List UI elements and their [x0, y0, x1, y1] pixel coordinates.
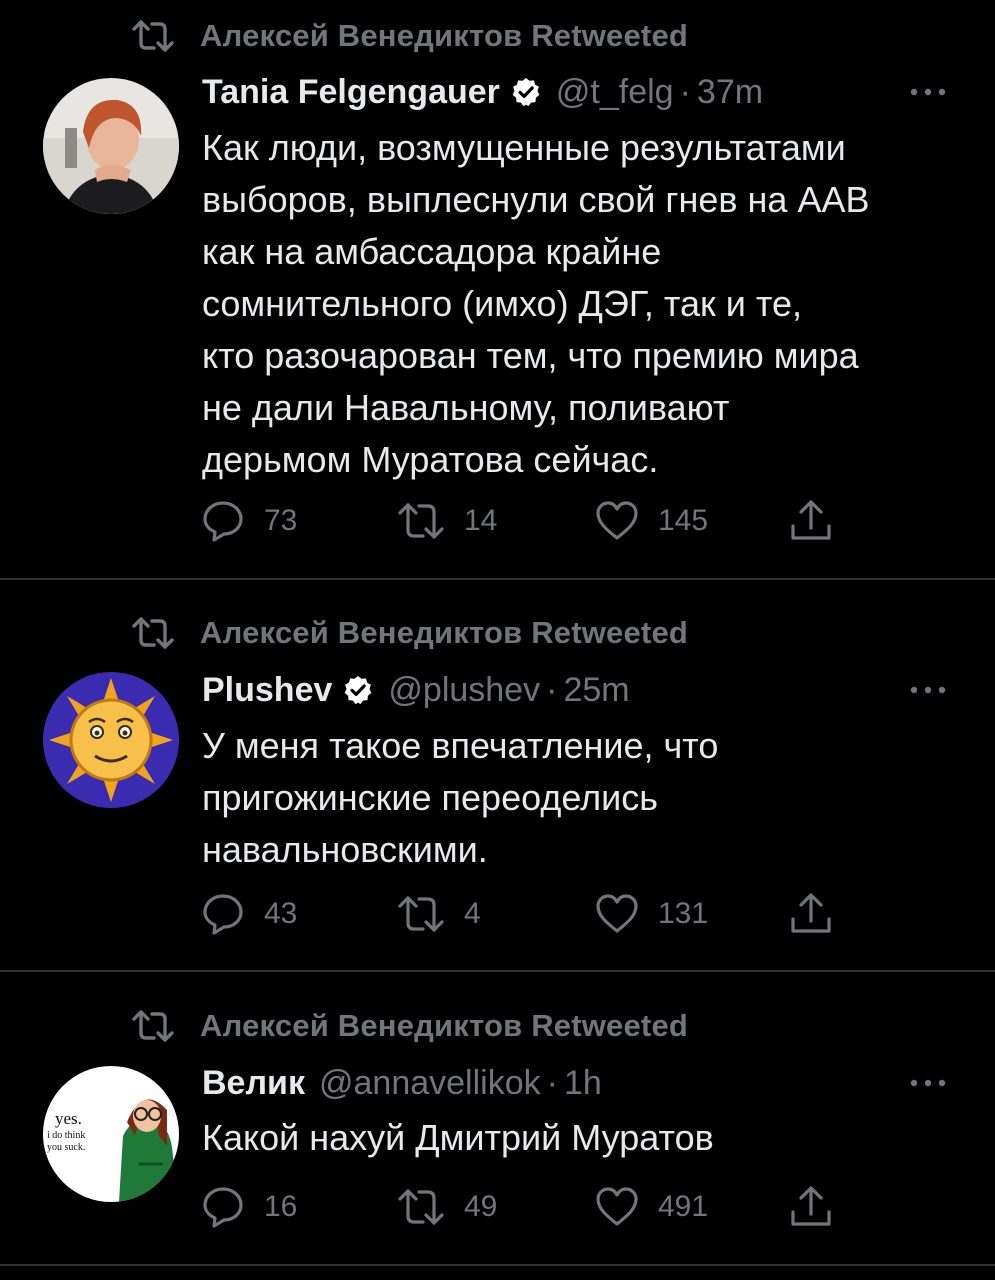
retweeted-by-label: Алексей Венедиктов Retweeted [200, 615, 689, 650]
more-icon[interactable] [903, 668, 953, 712]
like-button[interactable]: 131 [594, 891, 708, 937]
like-count: 145 [658, 504, 709, 537]
tweet-text: Как люди, возмущенные результатами выбор… [202, 122, 962, 486]
like-icon [596, 501, 638, 540]
reply-button[interactable]: 73 [200, 498, 297, 544]
timestamp[interactable]: 1h [564, 1064, 602, 1103]
reply-icon [203, 1187, 243, 1228]
separator-dot: · [546, 1063, 558, 1102]
tweet-actions: 16 49 491 [200, 1184, 860, 1230]
tweet-text-line: У меня такое впечатление, что [202, 725, 719, 766]
like-icon [596, 894, 638, 933]
author-handle[interactable]: @t_felg [556, 73, 674, 112]
tweet-text-line: навальновскими. [202, 829, 488, 870]
tweet-text: Какой нахуй Дмитрий Муратов [202, 1112, 962, 1164]
tweet-actions: 43 4 131 [200, 891, 860, 937]
reply-button[interactable]: 16 [200, 1184, 297, 1230]
divider [0, 1264, 995, 1266]
retweet-icon [130, 16, 178, 56]
tweet-text-line: дерьмом Муратова сейчас. [202, 439, 659, 480]
tweet[interactable]: Алексей Венедиктов Retweeted Plushev @pl… [0, 580, 995, 970]
tweet-header: Tania Felgengauer @t_felg · 37m [202, 70, 955, 114]
reply-count: 73 [264, 504, 298, 537]
share-button[interactable] [788, 1184, 834, 1230]
tweet-text-line: Как люди, возмущенные результатами [202, 127, 846, 168]
reply-count: 43 [264, 897, 298, 930]
avatar[interactable] [43, 78, 179, 214]
share-button[interactable] [788, 891, 834, 937]
avatar[interactable] [43, 672, 179, 808]
tweet[interactable]: Алексей Венедиктов Retweeted yes. i do t… [0, 972, 995, 1264]
retweet-count: 49 [464, 1190, 498, 1223]
tweet-text-line: пригожинские переоделись [202, 777, 659, 818]
tweet-text-line: кто разочарован тем, что премию мира [202, 335, 859, 376]
tweet-actions: 73 14 145 [200, 498, 860, 544]
retweet-icon [398, 896, 444, 932]
retweeted-by-label: Алексей Венедиктов Retweeted [200, 1008, 689, 1043]
like-button[interactable]: 491 [594, 1184, 708, 1230]
tweet-text-line: выборов, выплеснули свой гнев на ААВ [202, 179, 870, 220]
share-button[interactable] [788, 498, 834, 544]
share-icon [791, 500, 831, 540]
timeline: Алексей Венедиктов Retweeted Tania Felge… [0, 0, 995, 1280]
avatar-text: yes. [55, 1109, 82, 1128]
timestamp[interactable]: 37m [697, 73, 763, 112]
tweet-text-line: как на амбассадора крайне [202, 231, 662, 272]
author-name[interactable]: Plushev [202, 671, 332, 710]
more-icon[interactable] [903, 1061, 953, 1105]
tweet-text-line: сомнительного (имхо) ДЭГ, так и те, [202, 283, 802, 324]
tweet-text: У меня такое впечатление, что пригожинск… [202, 720, 962, 876]
like-button[interactable]: 145 [594, 498, 708, 544]
retweet-count: 4 [464, 897, 481, 930]
author-name[interactable]: Tania Felgengauer [202, 73, 500, 112]
share-icon [791, 893, 831, 933]
tweet-header: Велик @annavellikok · 1h [202, 1061, 955, 1105]
tweet[interactable]: Алексей Венедиктов Retweeted Tania Felge… [0, 0, 995, 578]
verified-badge-icon [345, 676, 372, 705]
retweet-button[interactable]: 4 [396, 891, 481, 937]
tweet-header: Plushev @plushev · 25m [202, 668, 955, 712]
avatar[interactable]: yes. i do think you suck. [43, 1066, 179, 1202]
more-icon[interactable] [903, 70, 953, 114]
like-count: 491 [658, 1190, 709, 1223]
reply-icon [203, 501, 243, 542]
avatar-text: you suck. [47, 1142, 85, 1153]
verified-badge-icon [512, 78, 540, 107]
separator-dot: · [546, 670, 558, 709]
retweet-icon [398, 503, 444, 539]
timestamp[interactable]: 25m [563, 671, 629, 710]
author-handle[interactable]: @annavellikok [319, 1064, 541, 1103]
retweet-button[interactable]: 49 [396, 1184, 497, 1230]
avatar-text: i do think [47, 1130, 85, 1141]
retweeted-by-label: Алексей Венедиктов Retweeted [200, 18, 689, 53]
retweet-icon [130, 613, 178, 653]
retweet-context[interactable]: Алексей Венедиктов Retweeted [130, 613, 688, 653]
retweet-icon [398, 1189, 444, 1225]
tweet-text-line: Какой нахуй Дмитрий Муратов [202, 1117, 714, 1158]
reply-icon [203, 894, 243, 935]
author-handle[interactable]: @plushev [388, 671, 540, 710]
reply-button[interactable]: 43 [200, 891, 297, 937]
retweet-context[interactable]: Алексей Венедиктов Retweeted [130, 16, 688, 56]
like-count: 131 [658, 897, 709, 930]
retweet-button[interactable]: 14 [396, 498, 497, 544]
author-name[interactable]: Велик [202, 1064, 305, 1103]
tweet-text-line: не дали Навальному, поливают [202, 387, 730, 428]
like-icon [596, 1187, 638, 1226]
share-icon [791, 1186, 831, 1226]
separator-dot: · [679, 72, 691, 111]
retweet-count: 14 [464, 504, 498, 537]
reply-count: 16 [264, 1190, 298, 1223]
retweet-icon [130, 1006, 178, 1046]
retweet-context[interactable]: Алексей Венедиктов Retweeted [130, 1006, 688, 1046]
